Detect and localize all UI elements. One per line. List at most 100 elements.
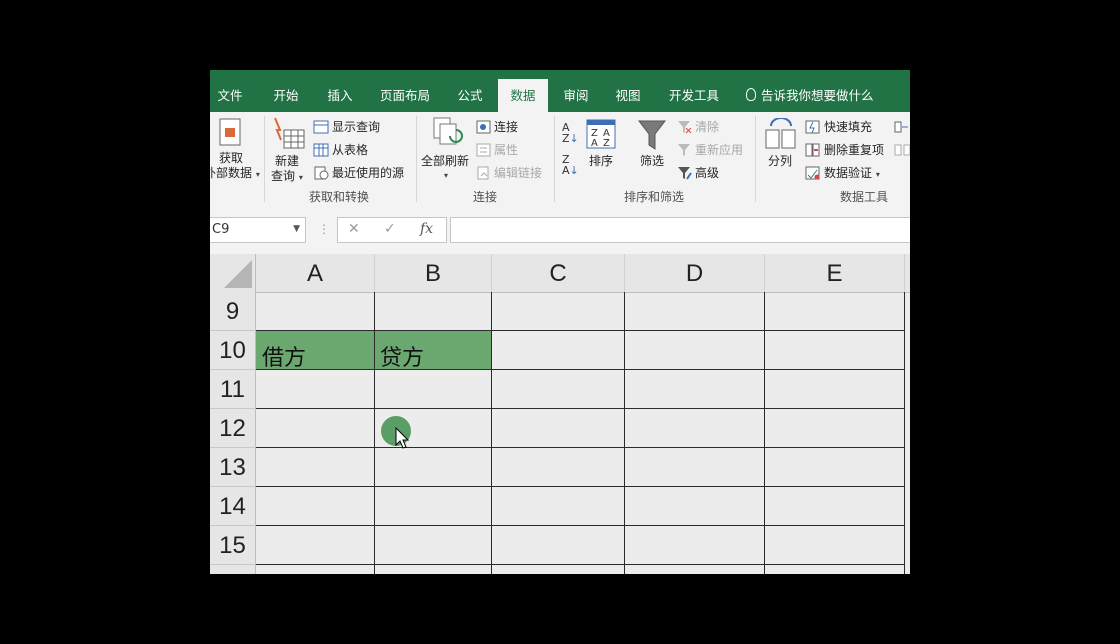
name-box[interactable]: C9 ▼	[210, 217, 306, 243]
tab-review[interactable]: 审阅	[556, 79, 596, 112]
column-header-b[interactable]: B	[375, 254, 492, 292]
formula-bar-grip-icon[interactable]: ⋮	[318, 222, 330, 236]
cell-a16[interactable]	[256, 565, 375, 574]
cell-e16[interactable]	[765, 565, 905, 574]
cell-d15[interactable]	[625, 526, 765, 565]
cell-b14[interactable]	[375, 487, 492, 526]
advanced-button[interactable]: 高级	[695, 165, 719, 181]
tell-me-label: 告诉我你想要做什么	[761, 88, 874, 103]
cell-e15[interactable]	[765, 526, 905, 565]
cell-d12[interactable]	[625, 409, 765, 448]
row-header-9[interactable]: 9	[210, 292, 256, 331]
column-header-e[interactable]: E	[765, 254, 905, 292]
cell-d14[interactable]	[625, 487, 765, 526]
reapply-icon	[678, 144, 690, 156]
cell-e14[interactable]	[765, 487, 905, 526]
cell-c9[interactable]	[492, 292, 625, 331]
excel-window: 文件 开始 插入 页面布局 公式 数据 审阅 视图 开发工具 告诉我你想要做什么…	[210, 70, 910, 574]
cell-a9[interactable]	[256, 292, 375, 331]
filter-button[interactable]: 筛选	[640, 153, 664, 169]
cell-b13[interactable]	[375, 448, 492, 487]
properties-button[interactable]: 属性	[494, 142, 518, 158]
name-box-dropdown-icon[interactable]: ▼	[293, 224, 300, 234]
column-header-a[interactable]: A	[256, 254, 375, 292]
tab-developer[interactable]: 开发工具	[662, 79, 726, 112]
column-header-d[interactable]: D	[625, 254, 765, 292]
tab-home[interactable]: 开始	[266, 79, 306, 112]
tab-page-layout[interactable]: 页面布局	[374, 79, 436, 112]
row-header-15[interactable]: 15	[210, 526, 256, 565]
tell-me-search[interactable]: 告诉我你想要做什么	[746, 79, 874, 112]
select-all-corner[interactable]	[210, 254, 256, 292]
clear-button[interactable]: 清除	[695, 119, 719, 135]
remove-duplicates-button[interactable]: 删除重复项	[824, 142, 884, 158]
cell-c16[interactable]	[492, 565, 625, 574]
flash-fill-icon	[805, 120, 820, 134]
insert-function-icon[interactable]: fx	[420, 221, 433, 237]
sort-button[interactable]: 排序	[589, 153, 613, 169]
row-header-16[interactable]	[210, 565, 256, 574]
cell-d13[interactable]	[625, 448, 765, 487]
row-header-13[interactable]: 13	[210, 448, 256, 487]
cell-c10[interactable]	[492, 331, 625, 370]
edit-links-icon	[477, 166, 489, 180]
data-validation-button[interactable]: 数据验证 ▾	[824, 165, 880, 183]
cell-a12[interactable]	[256, 409, 375, 448]
advanced-filter-icon	[678, 167, 692, 180]
tab-formulas[interactable]: 公式	[450, 79, 490, 112]
cell-e12[interactable]	[765, 409, 905, 448]
tab-file[interactable]: 文件	[210, 79, 250, 112]
cell-d11[interactable]	[625, 370, 765, 409]
cell-a11[interactable]	[256, 370, 375, 409]
cell-c15[interactable]	[492, 526, 625, 565]
connections-button[interactable]: 连接	[494, 119, 518, 135]
relationships-icon[interactable]	[894, 143, 910, 157]
flash-fill-button[interactable]: 快速填充	[824, 119, 872, 135]
tab-data[interactable]: 数据	[498, 79, 548, 112]
refresh-all-caret[interactable]: ▾	[444, 168, 448, 184]
recent-sources-icon	[314, 166, 329, 180]
show-queries-button[interactable]: 显示查询	[332, 119, 380, 135]
cell-e9[interactable]	[765, 292, 905, 331]
cell-a13[interactable]	[256, 448, 375, 487]
cell-a14[interactable]	[256, 487, 375, 526]
recent-sources-button[interactable]: 最近使用的源	[332, 165, 404, 181]
cell-e13[interactable]	[765, 448, 905, 487]
cell-b11[interactable]	[375, 370, 492, 409]
cell-c11[interactable]	[492, 370, 625, 409]
row-header-14[interactable]: 14	[210, 487, 256, 526]
formula-bar: C9 ▼ ⋮ ✕ ✓ fx	[210, 208, 910, 254]
tab-view[interactable]: 视图	[608, 79, 648, 112]
cell-d10[interactable]	[625, 331, 765, 370]
consolidate-icon[interactable]	[894, 120, 910, 134]
row-header-10[interactable]: 10	[210, 331, 256, 370]
formula-input[interactable]	[450, 217, 910, 243]
edit-links-button[interactable]: 编辑链接	[494, 165, 542, 181]
cell-a15[interactable]	[256, 526, 375, 565]
refresh-all-button[interactable]: 全部刷新	[421, 153, 469, 169]
row-header-11[interactable]: 11	[210, 370, 256, 409]
tab-insert[interactable]: 插入	[320, 79, 360, 112]
cell-d9[interactable]	[625, 292, 765, 331]
reapply-button[interactable]: 重新应用	[695, 142, 743, 158]
text-to-columns-button[interactable]: 分列	[768, 153, 792, 169]
cell-e11[interactable]	[765, 370, 905, 409]
cell-b9[interactable]	[375, 292, 492, 331]
sort-za-icon[interactable]: Z A↓	[562, 154, 579, 176]
sort-az-icon[interactable]: A Z↓	[562, 122, 579, 144]
cell-c13[interactable]	[492, 448, 625, 487]
cell-a10-text: 借方	[262, 346, 307, 371]
row-header-12[interactable]: 12	[210, 409, 256, 448]
cell-e10[interactable]	[765, 331, 905, 370]
cancel-entry-icon[interactable]: ✕	[348, 221, 360, 237]
get-data-button[interactable]: 获取	[219, 150, 243, 166]
from-table-button[interactable]: 从表格	[332, 142, 368, 158]
cell-d16[interactable]	[625, 565, 765, 574]
cell-c12[interactable]	[492, 409, 625, 448]
cell-b15[interactable]	[375, 526, 492, 565]
column-header-c[interactable]: C	[492, 254, 625, 292]
enter-entry-icon[interactable]: ✓	[384, 221, 396, 237]
cell-b16[interactable]	[375, 565, 492, 574]
cell-c14[interactable]	[492, 487, 625, 526]
new-query-button[interactable]: 新建	[275, 153, 299, 169]
